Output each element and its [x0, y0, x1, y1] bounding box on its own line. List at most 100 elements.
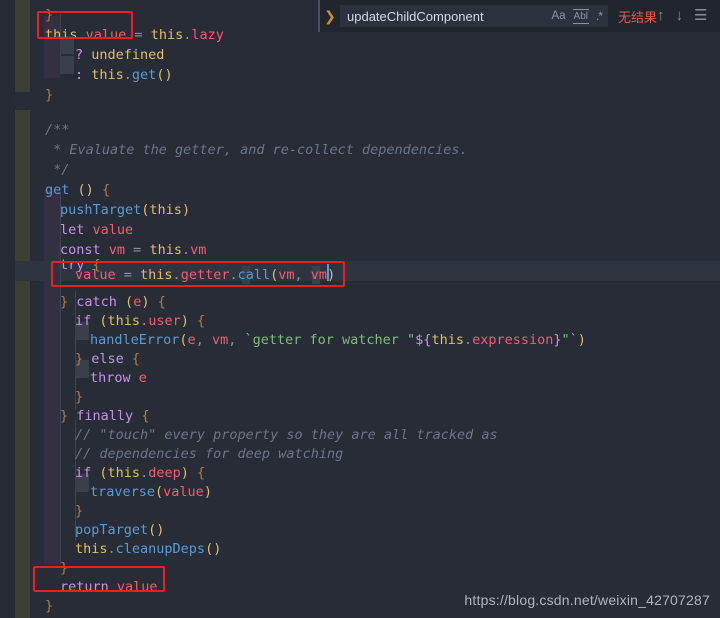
code-token: `getter for watcher " — [244, 332, 416, 348]
code-token: undefined — [91, 47, 165, 63]
code-token: cleanupDeps — [115, 541, 206, 557]
code-token: ) — [180, 313, 189, 329]
code-token: else — [91, 351, 124, 367]
code-line: value = this.getter.call(vm, vm) — [75, 265, 335, 285]
code-token: vm — [211, 332, 229, 348]
code-token: value — [163, 484, 204, 500]
code-line: // "touch" every property so they are al… — [75, 425, 498, 445]
code-token: } — [60, 560, 69, 576]
code-line: } — [45, 85, 53, 105]
code-token: this — [45, 27, 78, 43]
chevron-right-icon[interactable]: ❯ — [320, 8, 340, 25]
code-token: . — [140, 313, 149, 329]
vscode-editor-window: } this.value = this.lazy? undefined: this… — [0, 0, 720, 618]
watermark-url: https://blog.csdn.net/weixin_42707287 — [464, 592, 710, 608]
code-line: */ — [45, 160, 69, 180]
code-line: popTarget() — [75, 520, 164, 540]
code-token: } — [75, 389, 84, 405]
code-token: ? — [75, 47, 92, 63]
code-token: } — [45, 87, 54, 103]
code-line: } else { — [75, 349, 140, 369]
code-token: } — [553, 332, 562, 348]
code-token: } — [45, 598, 54, 614]
code-token: let — [60, 222, 85, 238]
code-token: // "touch" every property so they are al… — [75, 427, 498, 443]
code-token: . — [181, 242, 191, 258]
code-token: this — [149, 242, 182, 258]
code-token: get — [45, 182, 70, 198]
code-token: , — [228, 332, 245, 348]
code-content[interactable]: } this.value = this.lazy? undefined: this… — [0, 0, 720, 618]
code-line: pushTarget(this) — [60, 200, 190, 220]
code-line: } — [75, 387, 83, 407]
code-token: traverse — [90, 484, 156, 500]
code-token: ( — [99, 313, 108, 329]
code-line: handleError(e, vm, `getter for watcher "… — [90, 330, 586, 350]
code-token: this — [107, 313, 141, 329]
code-line: } — [45, 5, 53, 25]
find-input-container[interactable]: Aa Abl .* — [340, 5, 608, 27]
code-token: if — [75, 313, 92, 329]
arrow-up-icon[interactable]: ↑ — [657, 8, 665, 24]
code-token: * Evaluate the getter, and re-collect de… — [45, 142, 468, 158]
code-token: () — [156, 67, 173, 83]
find-result-count: 无结果 — [618, 10, 658, 26]
text-caret — [327, 264, 329, 281]
code-line: if (this.user) { — [75, 311, 205, 331]
code-line: /** — [45, 120, 69, 140]
code-token: throw — [90, 370, 131, 386]
code-token: { — [157, 294, 166, 310]
code-token: "` — [561, 332, 578, 348]
code-token: ( — [155, 484, 164, 500]
code-token: } — [60, 408, 77, 424]
code-token: . — [463, 332, 473, 348]
search-input[interactable] — [341, 6, 501, 26]
code-token: value — [75, 267, 116, 283]
code-line: this.cleanupDeps() — [75, 539, 221, 559]
arrow-down-icon[interactable]: ↓ — [676, 8, 684, 24]
code-token: value — [92, 222, 134, 238]
code-token: { — [131, 351, 141, 367]
code-token: pushTarget — [60, 202, 142, 218]
code-token: , — [294, 267, 311, 283]
code-token: . — [123, 67, 132, 83]
code-token: lazy — [191, 27, 224, 43]
regex-icon[interactable]: .* — [596, 9, 603, 23]
code-token: getter — [180, 267, 230, 283]
code-token: ) — [577, 332, 586, 348]
code-token: . — [140, 465, 149, 481]
code-token: } — [60, 294, 77, 310]
code-token: catch — [76, 294, 117, 310]
code-token: this — [149, 202, 182, 218]
code-token: if — [75, 465, 92, 481]
code-token: vm — [278, 267, 295, 283]
code-token: deep — [148, 465, 181, 481]
code-token: vm — [310, 267, 328, 283]
match-case-icon[interactable]: Aa — [551, 10, 565, 23]
code-line: this.value = this.lazy — [45, 25, 224, 45]
code-token: } — [75, 503, 84, 519]
whole-word-icon[interactable]: Abl — [572, 8, 589, 24]
code-token: } — [75, 351, 92, 367]
code-token: this — [75, 541, 108, 557]
code-token: e — [187, 332, 196, 348]
code-token: vm — [190, 242, 207, 258]
code-token: user — [148, 313, 181, 329]
code-line: if (this.deep) { — [75, 463, 205, 483]
code-token: /** — [45, 122, 70, 138]
code-line: } — [60, 558, 68, 578]
find-in-selection-icon[interactable]: ☰ — [694, 8, 707, 24]
code-token: vm — [108, 242, 126, 258]
code-line: : this.get() — [75, 65, 173, 85]
code-line: return value — [60, 577, 158, 597]
code-token: . — [77, 27, 86, 43]
